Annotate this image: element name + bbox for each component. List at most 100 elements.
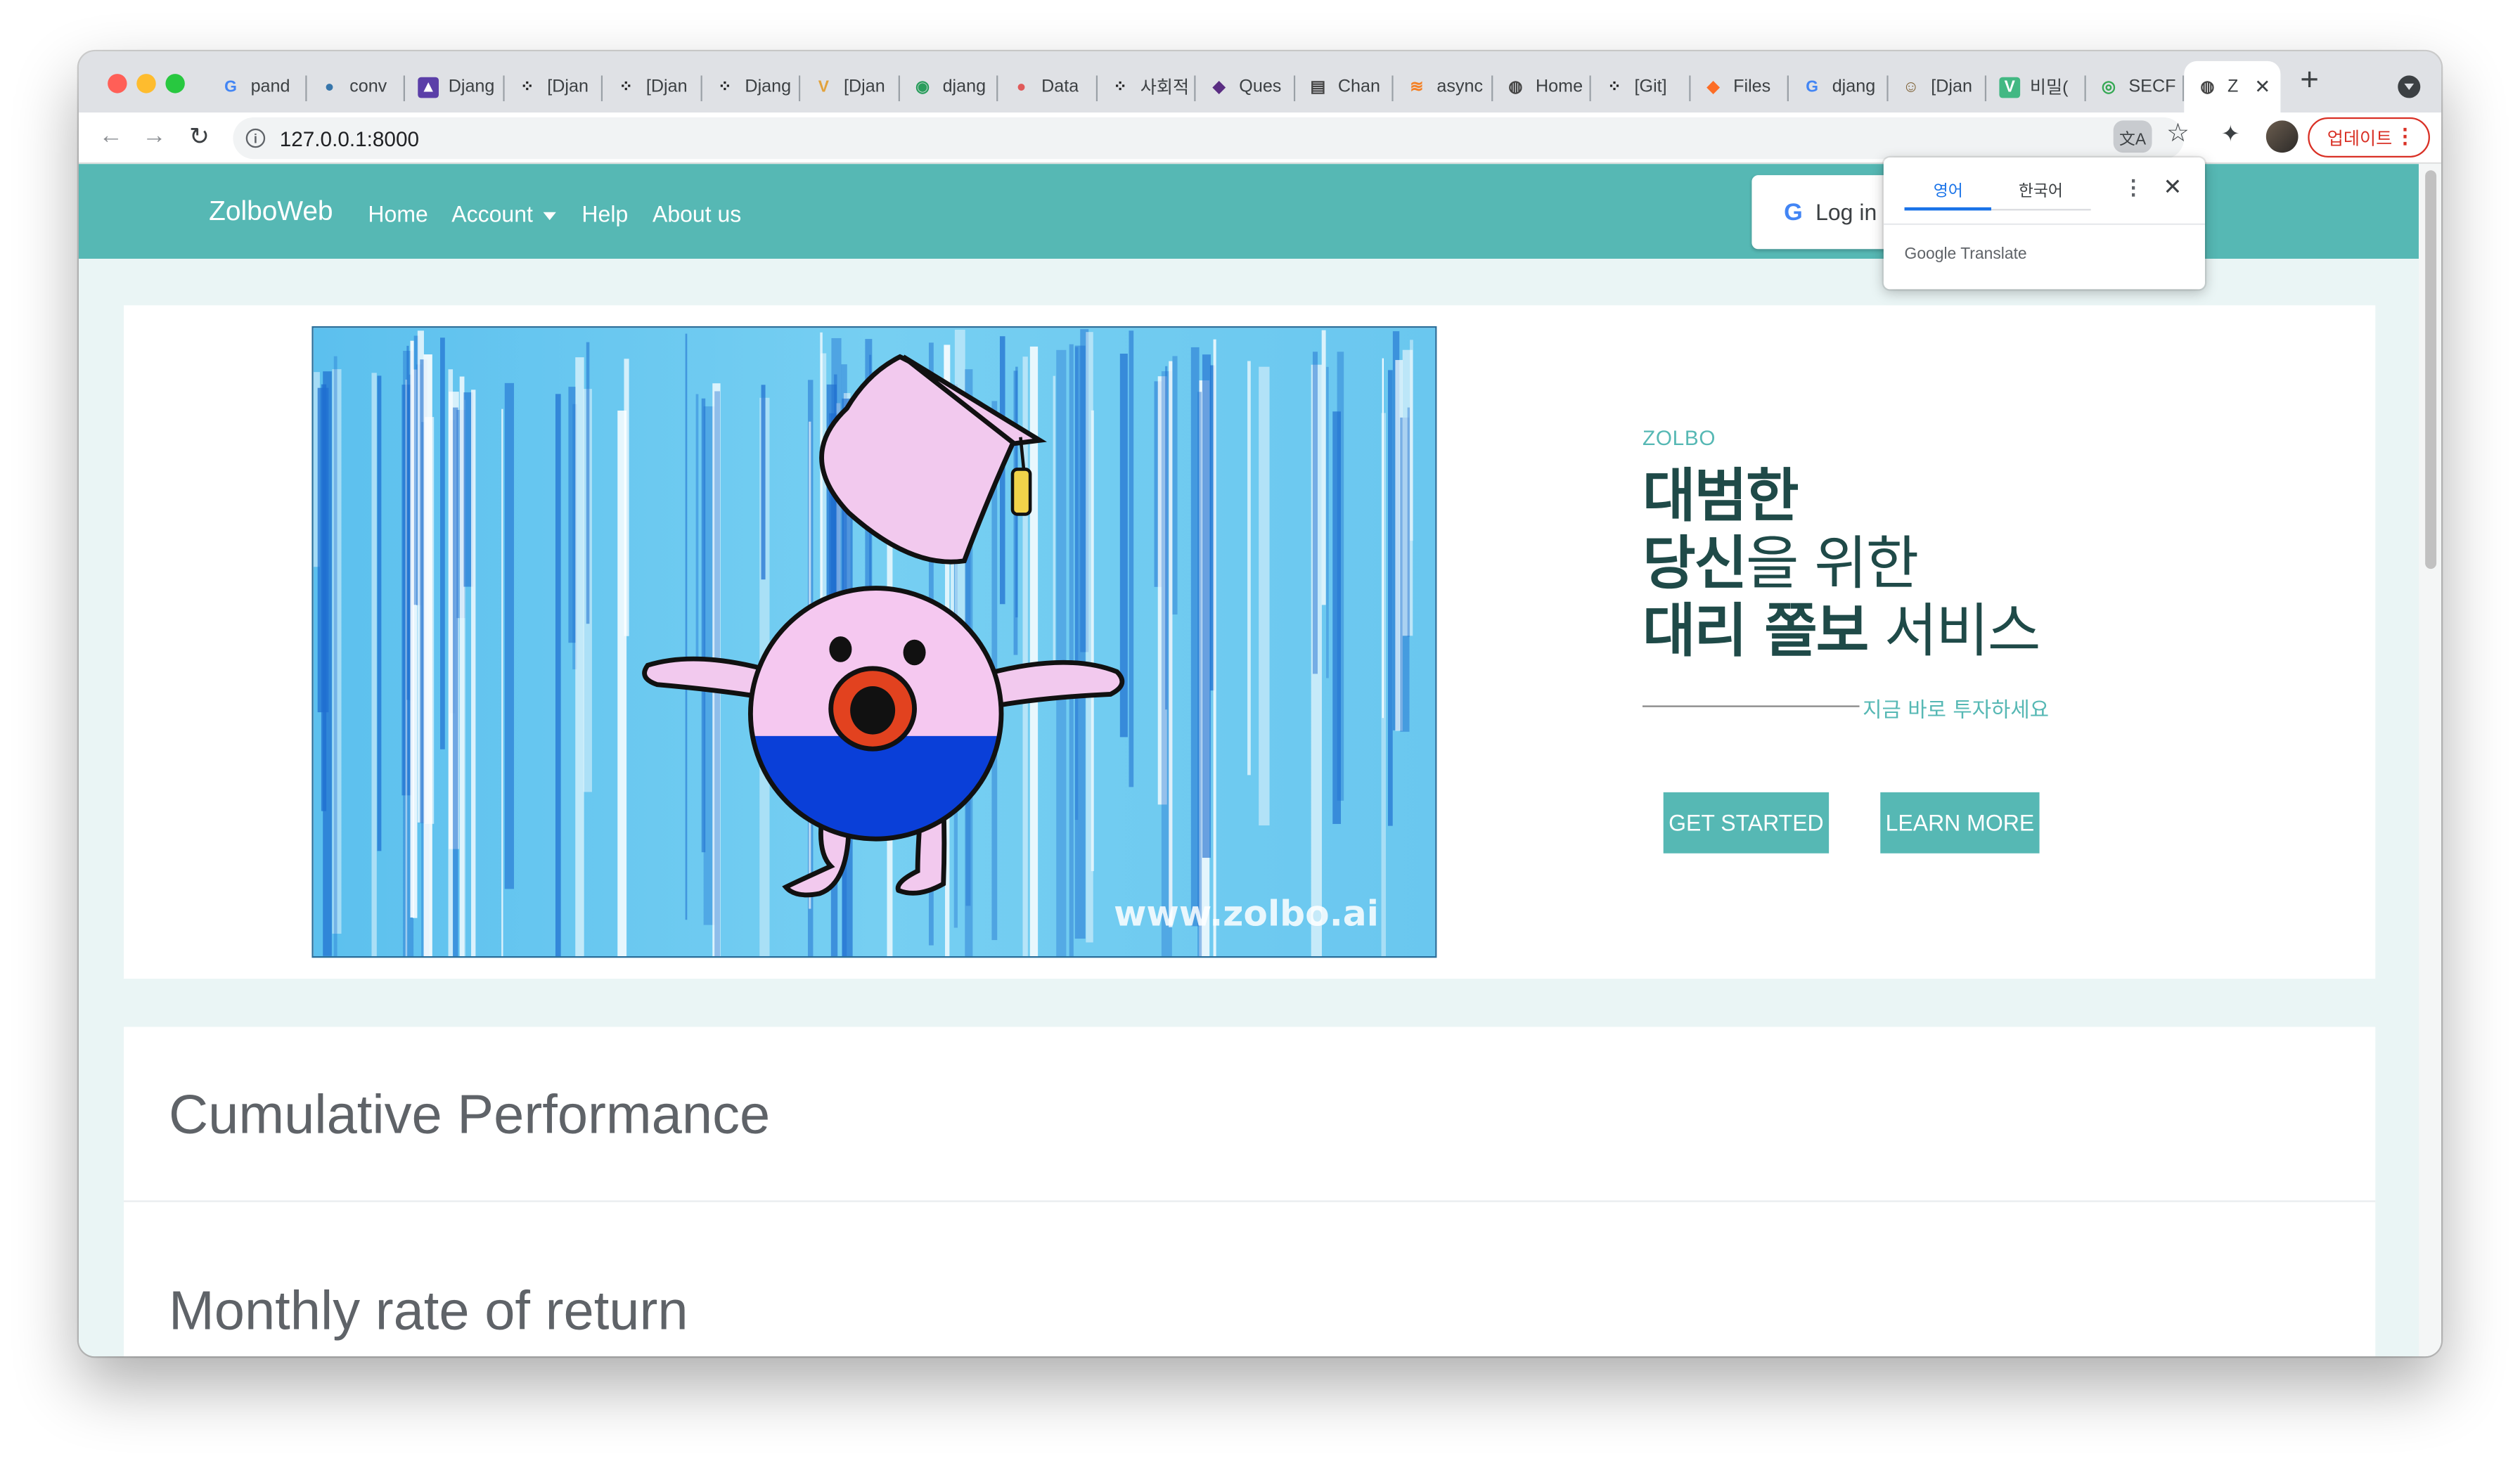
translate-icon[interactable]: 文A [2113,120,2152,153]
hero-line2-bold: 당신 [1642,532,1747,598]
speed-line [1337,352,1344,801]
django-icon: ▲ [418,76,439,98]
browser-toolbar: ← → ↻ i 127.0.0.1:8000 文A ☆ ✦ 업데이트 ⋮ [78,112,2441,165]
speed-line [1197,392,1202,956]
globe-icon: ◍ [1508,77,1523,96]
browser-tab[interactable]: Gpand [207,61,307,112]
speed-line [501,408,503,956]
vuetify-icon: V [818,77,830,96]
learn-more-button[interactable]: LEARN MORE [1880,792,2040,854]
translate-popup: 영어 한국어 ⋮ ✕ Google Translate [1883,157,2205,290]
close-window-button[interactable] [108,74,127,94]
scrollbar-thumb[interactable] [2425,170,2437,569]
forward-icon[interactable]: → [139,122,171,150]
speed-line [695,394,699,681]
browser-tab[interactable]: ⁘ [Git] [1591,61,1690,112]
browser-tab[interactable]: ◍ Home [1492,61,1591,112]
browser-tab[interactable]: ◉ djang [899,61,998,112]
update-button[interactable]: 업데이트 ⋮ [2308,117,2430,157]
minimize-window-button[interactable] [136,74,156,94]
kebab-menu-icon: ⋮ [2394,123,2416,148]
bookmark-star-icon[interactable]: ☆ [2166,117,2190,150]
tab-title: Djang [448,77,495,97]
page-viewport: ZolboWeb Home Account Help About us G Lo… [78,164,2441,1357]
speed-line [471,390,476,956]
tab-search-icon[interactable] [2398,75,2421,98]
speed-line [1213,339,1216,956]
translate-tab-english[interactable]: 영어 [1934,176,1963,201]
speed-line [317,387,329,713]
target-icon: ◎ [2101,77,2116,96]
browser-tab[interactable]: ◆ Files [1690,61,1789,112]
speed-line [624,359,629,636]
speed-line [1169,361,1173,927]
site-brand[interactable]: ZolboWeb [209,196,333,229]
tab-baseline [1991,209,2091,211]
hero-line3-bold: 대리 쫄보 [1642,599,1869,666]
speed-line [1091,410,1094,871]
dotted-icon: ⁘ [1607,77,1621,96]
speed-line [555,394,561,956]
cumulative-performance-heading: Cumulative Performance [168,1084,771,1146]
google-g-icon: G [1784,198,1803,226]
browser-tab[interactable]: ⁘ [Djan [504,61,603,112]
back-icon[interactable]: ← [95,122,127,150]
nav-account[interactable]: Account [451,201,555,226]
translate-close-icon[interactable]: ✕ [2164,174,2182,201]
browser-tab[interactable]: ▲ Djang [405,61,504,112]
browser-tab[interactable]: ≋ async [1394,61,1493,112]
browser-tab[interactable]: ● Data [998,61,1097,112]
tab-title: Data [1041,77,1079,97]
translate-tab-korean[interactable]: 한국어 [2019,176,2063,201]
tab-title: [Git] [1634,77,1667,97]
tab-title: pand [250,77,290,97]
speed-line [504,382,514,889]
speed-line [425,417,435,824]
browser-tab[interactable]: ● conv [306,61,405,112]
browser-tab[interactable]: ⁘ [Djan [603,61,702,112]
speed-line [440,337,445,749]
tab-title: 비밀( [2029,78,2069,98]
nav-home[interactable]: Home [368,201,428,227]
page-scrollbar[interactable] [2418,164,2441,1357]
url-text[interactable]: 127.0.0.1:8000 [280,126,419,150]
update-label: 업데이트 [2327,129,2393,149]
dotted-icon: ⁘ [1113,77,1127,96]
browser-tab[interactable]: ☺ [Djan [1888,61,1987,112]
site-info-icon[interactable]: i [245,128,266,148]
new-tab-button[interactable]: + [2290,63,2329,100]
get-started-button[interactable]: GET STARTED [1663,792,1830,854]
profile-avatar[interactable] [2265,120,2299,153]
tab-active[interactable]: ◍ Z ✕ [2184,60,2281,112]
nav-about[interactable]: About us [652,201,741,227]
browser-tab[interactable]: ◆ Ques [1196,61,1295,112]
book-icon: ▤ [1310,77,1326,96]
browser-tab[interactable]: ▤ Chan [1294,61,1394,112]
performance-card: Cumulative Performance Monthly rate of r… [123,1026,2376,1357]
zolbo-character-illustration: www.zolbo.ai [311,326,1437,958]
address-bar[interactable]: i 127.0.0.1:8000 [233,117,2185,160]
tab-close-icon[interactable]: ✕ [2254,75,2270,98]
browser-tab[interactable]: V [Djan [800,61,899,112]
speed-line [685,333,688,920]
browser-tab[interactable]: ⁘ 사회적 [1097,61,1196,112]
hero-line1-text: 대범한 [1642,464,1799,531]
extensions-puzzle-icon[interactable]: ✦ [2221,120,2240,148]
speed-line [1387,370,1393,826]
browser-tab[interactable]: V 비밀( [1986,61,2085,112]
speed-line [1129,330,1134,787]
nav-help[interactable]: Help [581,201,628,227]
login-label: Log in [1815,199,1877,225]
stack-icon: ≋ [1410,77,1424,96]
card-divider [123,1200,2376,1202]
speed-line [333,356,338,956]
hero-heading-line3: 대리 쫄보 서비스 [1642,599,2040,667]
browser-tab[interactable]: Gdjang [1789,61,1888,112]
maximize-window-button[interactable] [165,74,185,94]
browser-tab[interactable]: ⁘ Djang [702,61,801,112]
sunglasses-icon: ◉ [915,77,930,96]
reload-icon[interactable]: ↻ [184,122,216,151]
translate-more-options-icon[interactable]: ⋮ [2123,175,2144,201]
hero-subline: 지금 바로 투자하세요 [1863,699,2050,723]
browser-tab[interactable]: ◎ SECF [2085,61,2185,112]
